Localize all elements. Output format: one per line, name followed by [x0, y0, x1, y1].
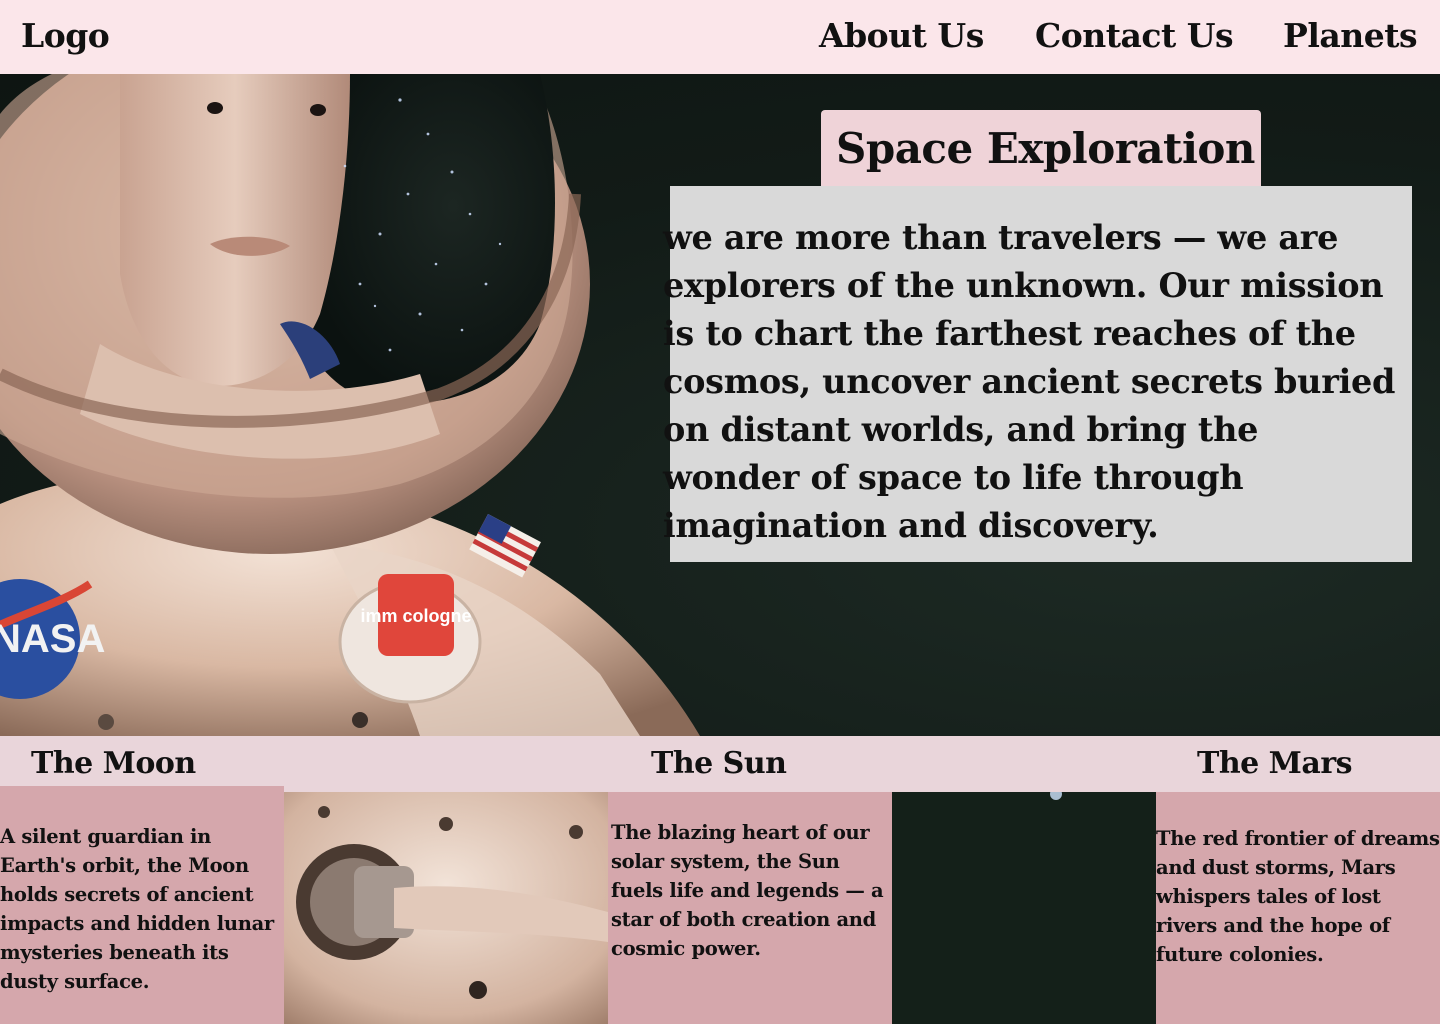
suit-detail-image	[284, 792, 608, 1024]
mars-card[interactable]: The red frontier of dreams and dust stor…	[1156, 792, 1440, 1024]
moon-heading[interactable]: The Moon	[31, 746, 196, 781]
nav-about-us[interactable]: About Us	[819, 16, 984, 55]
sun-heading[interactable]: The Sun	[651, 746, 787, 781]
moon-card[interactable]: A silent guardian in Earth's orbit, the …	[0, 786, 284, 1024]
star-icon	[1050, 792, 1062, 800]
hero-section: NASA imm cologne Space Exploration we ar…	[0, 74, 1440, 736]
cologne-patch-text: imm cologne	[360, 606, 471, 626]
nasa-badge-text: NASA	[0, 617, 105, 661]
nav-contact-us[interactable]: Contact Us	[1035, 16, 1234, 55]
planets-section: The Moon The Sun The Mars A silent guard…	[0, 736, 1440, 1024]
mars-description: The red frontier of dreams and dust stor…	[1156, 827, 1440, 966]
site-header: Logo About Us Contact Us Planets	[0, 0, 1440, 74]
space-image	[892, 792, 1156, 1024]
astronaut-image: NASA imm cologne	[0, 74, 700, 736]
mars-heading[interactable]: The Mars	[1197, 746, 1353, 781]
hero-title: Space Exploration	[836, 124, 1255, 173]
logo[interactable]: Logo	[21, 16, 110, 55]
nav-planets[interactable]: Planets	[1283, 16, 1418, 55]
sun-description: The blazing heart of our solar system, t…	[611, 821, 884, 960]
sun-card[interactable]: The blazing heart of our solar system, t…	[608, 792, 892, 1024]
hero-mission-text: we are more than travelers — we are expl…	[663, 218, 1396, 545]
moon-description: A silent guardian in Earth's orbit, the …	[0, 825, 274, 993]
